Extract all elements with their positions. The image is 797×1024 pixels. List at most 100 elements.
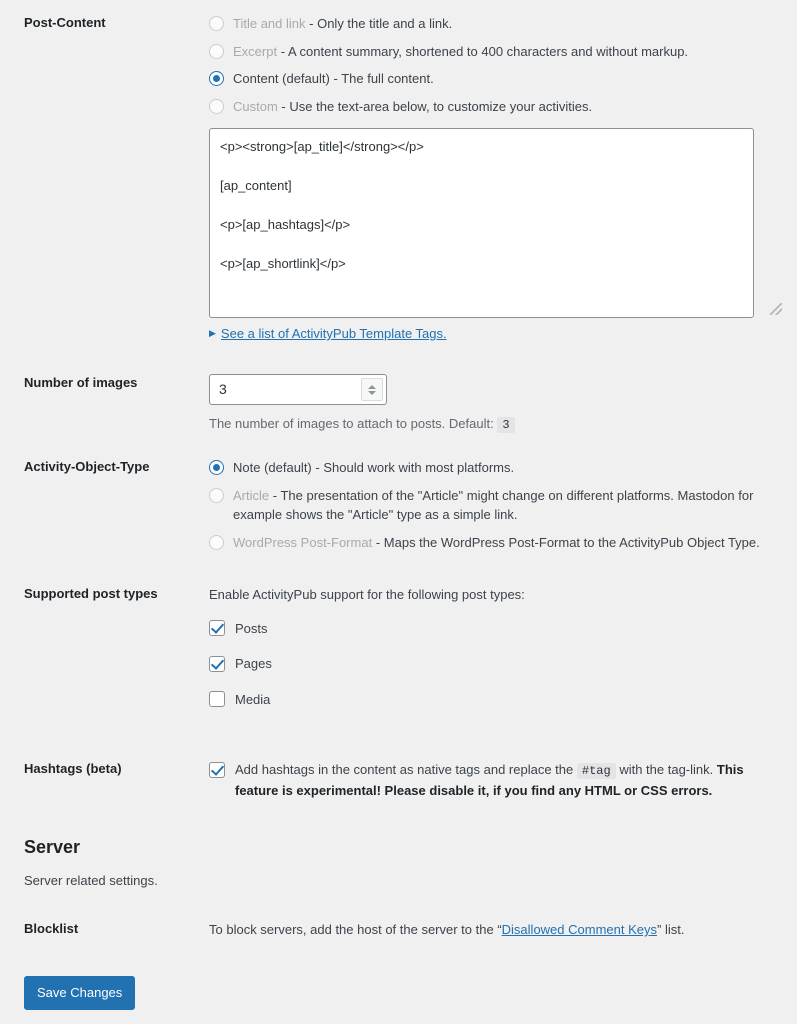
supported-post-types-field: Enable ActivityPub support for the follo…	[209, 585, 797, 709]
radio-icon-content-default[interactable]	[209, 71, 224, 86]
checkbox-icon-media[interactable]	[209, 691, 225, 708]
blocklist-row: Blocklist To block servers, add the host…	[0, 920, 797, 940]
radio-text-note-default: Note (default) - Should work with most p…	[233, 458, 785, 478]
radio-option-wordpress-post-format[interactable]: WordPress Post-Format - Maps the WordPre…	[209, 533, 785, 553]
disallowed-comment-keys-link[interactable]: Disallowed Comment Keys	[502, 922, 657, 937]
post-content-field: Title and link - Only the title and a li…	[209, 14, 797, 344]
radio-option-content-default[interactable]: Content (default) - The full content.	[209, 69, 785, 89]
radio-icon-article[interactable]	[209, 487, 224, 503]
triangle-right-icon: ▶	[209, 328, 216, 339]
radio-icon-custom[interactable]	[209, 98, 224, 114]
blocklist-text-after: ” list.	[657, 922, 685, 937]
activity-object-type-field: Note (default) - Should work with most p…	[209, 458, 797, 552]
checkbox-item-media[interactable]: Media	[209, 690, 785, 710]
number-of-images-default-value: 3	[497, 417, 515, 433]
radio-separator-title-and-link: -	[309, 16, 314, 31]
radio-desc-wordpress-post-format: Maps the WordPress Post-Format to the Ac…	[383, 534, 760, 550]
radio-label-wordpress-post-format: WordPress Post-Format	[233, 534, 373, 550]
radio-desc-custom: Use the text-area below, to customize yo…	[289, 98, 593, 114]
checkbox-item-posts[interactable]: Posts	[209, 619, 785, 639]
checkbox-item-pages[interactable]: Pages	[209, 654, 785, 674]
number-of-images-field: 3 The number of images to attach to post…	[209, 374, 797, 434]
radio-option-title-and-link[interactable]: Title and link - Only the title and a li…	[209, 14, 785, 34]
hashtags-label: Hashtags (beta)	[24, 761, 122, 776]
radio-desc-excerpt: A content summary, shortened to 400 char…	[287, 43, 689, 59]
radio-text-excerpt: Excerpt - A content summary, shortened t…	[233, 42, 785, 62]
hashtags-code-tag: #tag	[576, 763, 616, 779]
checkbox-label-media: Media	[235, 691, 271, 707]
supported-post-types-label: Supported post types	[24, 586, 158, 601]
radio-option-custom[interactable]: Custom - Use the text-area below, to cus…	[209, 97, 785, 117]
radio-label-article: Article	[233, 487, 270, 503]
activity-object-type-label: Activity-Object-Type	[24, 459, 150, 474]
radio-desc-content-default: The full content.	[341, 71, 434, 86]
number-of-images-row: Number of images 3 The number of images …	[0, 374, 797, 434]
template-tags-link[interactable]: See a list of ActivityPub Template Tags.	[221, 324, 447, 344]
hashtags-description: Add hashtags in the content as native ta…	[235, 760, 785, 801]
hashtags-row: Hashtags (beta) Add hashtags in the cont…	[0, 760, 797, 801]
server-section: Server Server related settings.	[0, 836, 797, 891]
radio-text-title-and-link: Title and link - Only the title and a li…	[233, 14, 785, 34]
checkbox-icon-pages[interactable]	[209, 655, 225, 672]
radio-separator-article: -	[272, 487, 278, 503]
radio-label-excerpt: Excerpt	[233, 43, 278, 59]
radio-desc-note-default: Should work with most platforms.	[323, 460, 515, 475]
blocklist-label: Blocklist	[24, 921, 79, 936]
hashtags-field: Add hashtags in the content as native ta…	[209, 760, 797, 801]
activity-object-type-row: Activity-Object-Type Note (default) - Sh…	[0, 458, 797, 552]
radio-label-title-and-link: Title and link	[233, 16, 306, 31]
template-tags-disclosure[interactable]: ▶ See a list of ActivityPub Template Tag…	[209, 324, 785, 344]
hashtags-text-middle: with the tag-link.	[619, 762, 714, 777]
radio-option-excerpt[interactable]: Excerpt - A content summary, shortened t…	[209, 42, 785, 62]
radio-separator-excerpt: -	[280, 43, 286, 59]
radio-label-custom: Custom	[233, 98, 278, 114]
spinner-arrows-icon[interactable]	[361, 378, 383, 401]
checkbox-label-posts: Posts	[235, 620, 268, 636]
radio-icon-title-and-link[interactable]	[209, 16, 224, 31]
supported-post-types-intro: Enable ActivityPub support for the follo…	[209, 587, 525, 602]
save-changes-button[interactable]: Save Changes	[24, 976, 136, 1010]
radio-separator-wordpress-post-format: -	[375, 534, 381, 550]
radio-text-content-default: Content (default) - The full content.	[233, 69, 785, 89]
supported-post-types-row: Supported post types Enable ActivityPub …	[0, 585, 797, 709]
hashtags-text-before: Add hashtags in the content as native ta…	[235, 762, 574, 777]
number-of-images-hint: The number of images to attach to posts.…	[209, 414, 785, 434]
number-of-images-hint-text: The number of images to attach to posts.…	[209, 416, 494, 431]
radio-text-article: Article - The presentation of the "Artic…	[233, 486, 785, 525]
radio-desc-title-and-link: Only the title and a link.	[317, 16, 453, 31]
checkbox-item-hashtags[interactable]: Add hashtags in the content as native ta…	[209, 760, 785, 801]
number-of-images-label: Number of images	[24, 375, 138, 390]
blocklist-description: To block servers, add the host of the se…	[209, 920, 785, 940]
radio-option-article[interactable]: Article - The presentation of the "Artic…	[209, 486, 785, 525]
radio-text-custom: Custom - Use the text-area below, to cus…	[233, 97, 785, 117]
chevron-down-icon[interactable]	[368, 390, 376, 395]
checkbox-label-pages: Pages	[235, 656, 272, 671]
server-subtitle: Server related settings.	[24, 873, 158, 889]
radio-separator-note-default: -	[315, 460, 320, 475]
radio-label-content-default: Content (default)	[233, 71, 330, 86]
blocklist-field: To block servers, add the host of the se…	[209, 920, 797, 940]
supported-post-types-list: Posts Pages Media	[209, 619, 785, 710]
radio-option-note-default[interactable]: Note (default) - Should work with most p…	[209, 458, 785, 478]
checkbox-icon-hashtags[interactable]	[209, 762, 225, 778]
blocklist-text-before: To block servers, add the host of the se…	[209, 922, 502, 937]
radio-desc-article: The presentation of the "Article" might …	[233, 487, 754, 523]
radio-icon-excerpt[interactable]	[209, 43, 224, 59]
radio-icon-wordpress-post-format[interactable]	[209, 534, 224, 550]
post-content-row: Post-Content Title and link - Only the t…	[0, 14, 797, 344]
resize-handle-icon[interactable]	[770, 303, 782, 315]
radio-text-wordpress-post-format: WordPress Post-Format - Maps the WordPre…	[233, 533, 785, 553]
custom-template-textarea-wrapper: <p><strong>[ap_title]</strong></p> [ap_c…	[209, 128, 785, 318]
settings-page: Post-Content Title and link - Only the t…	[0, 0, 797, 1024]
custom-template-textarea[interactable]: <p><strong>[ap_title]</strong></p> [ap_c…	[209, 128, 754, 318]
server-heading: Server	[24, 837, 81, 857]
form-actions: Save Changes	[0, 976, 797, 1010]
chevron-up-icon[interactable]	[368, 384, 376, 389]
radio-separator-content-default: -	[333, 71, 338, 86]
number-of-images-stepper[interactable]: 3	[209, 374, 387, 405]
radio-separator-custom: -	[281, 98, 286, 114]
post-content-label: Post-Content	[24, 15, 106, 30]
radio-icon-note-default[interactable]	[209, 460, 224, 475]
radio-label-note-default: Note (default)	[233, 460, 312, 475]
checkbox-icon-posts[interactable]	[209, 620, 225, 637]
